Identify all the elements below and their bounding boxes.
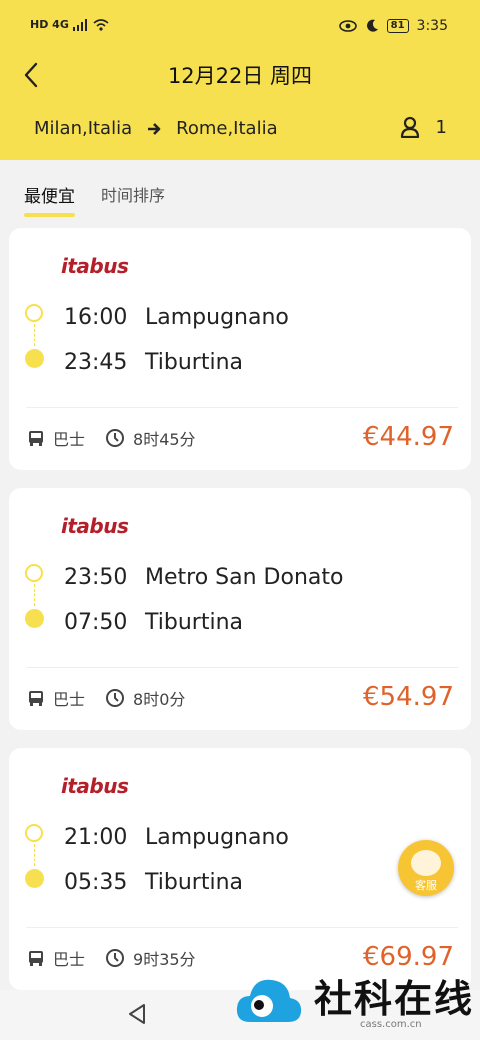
route-line (34, 324, 35, 346)
transport-mode: 巴士 (53, 690, 86, 709)
status-right: 81 3:35 (338, 18, 448, 34)
nav-back-icon[interactable] (126, 1002, 148, 1026)
departure-time: 16:00 (64, 305, 128, 330)
transport-mode: 巴士 (53, 430, 86, 449)
departure-time: 21:00 (64, 825, 128, 850)
bus-icon (29, 431, 43, 446)
trip-duration: 8时45分 (133, 430, 196, 449)
status-left: HD 4G (30, 18, 109, 31)
arrival-time: 23:45 (64, 350, 128, 375)
page-title: 12月22日 周四 (167, 64, 313, 88)
arrow-right-icon (148, 122, 161, 135)
network-label: HD 4G (30, 18, 69, 31)
departure-station: Metro San Donato (145, 565, 344, 590)
trip-card[interactable]: itabus 16:00 Lampugnano 23:45 Tiburtina … (9, 228, 471, 470)
destination-city: Rome,Italia (176, 118, 278, 139)
departure-time: 23:50 (64, 565, 128, 590)
bus-icon (29, 951, 43, 966)
arrival-time: 07:50 (64, 610, 128, 635)
trip-duration: 9时35分 (133, 950, 196, 969)
origin-city: Milan,Italia (34, 118, 133, 139)
watermark-url: cass.com.cn (360, 1019, 422, 1030)
mascot-icon (411, 850, 441, 876)
departure-dot-icon (25, 824, 43, 842)
arrival-station: Tiburtina (145, 610, 243, 635)
clock-icon (106, 429, 125, 447)
bus-icon (29, 691, 43, 706)
sort-tabs: 最便宜 时间排序 (24, 182, 165, 217)
departure-station: Lampugnano (145, 305, 289, 330)
tab-time-sort[interactable]: 时间排序 (101, 182, 165, 217)
operator-logo: itabus (61, 774, 129, 798)
customer-service-label: 客服 (415, 879, 437, 892)
signal-icon (72, 18, 87, 31)
route-line (34, 844, 35, 866)
arrival-station: Tiburtina (145, 350, 243, 375)
passenger-count[interactable]: 1 (400, 116, 447, 138)
divider (26, 927, 458, 928)
arrival-dot-icon (25, 609, 44, 628)
watermark-logo-icon (236, 979, 302, 1022)
moon-icon (366, 19, 378, 32)
divider (26, 667, 458, 668)
operator-logo: itabus (61, 514, 129, 538)
arrival-time: 05:35 (64, 870, 128, 895)
clock: 3:35 (416, 18, 448, 34)
departure-station: Lampugnano (145, 825, 289, 850)
departure-dot-icon (25, 564, 43, 582)
operator-logo: itabus (61, 254, 129, 278)
watermark-text: 社科在线 (314, 977, 475, 1021)
clock-icon (106, 949, 125, 967)
clock-icon (106, 689, 125, 707)
trip-duration: 8时0分 (133, 690, 186, 709)
wifi-icon (93, 18, 109, 31)
status-bar: HD 4G 81 3:35 (0, 0, 480, 50)
arrival-dot-icon (25, 349, 44, 368)
transport-mode: 巴士 (53, 950, 86, 969)
arrival-dot-icon (25, 869, 44, 888)
customer-service-button[interactable]: 客服 (398, 840, 454, 896)
tab-cheapest[interactable]: 最便宜 (24, 182, 75, 217)
trip-meta: 巴士 8时45分 (27, 426, 196, 450)
departure-dot-icon (25, 304, 43, 322)
eye-icon (338, 20, 357, 32)
passenger-number: 1 (435, 116, 447, 138)
divider (26, 407, 458, 408)
person-icon (400, 116, 419, 138)
route-line (34, 584, 35, 606)
arrival-station: Tiburtina (145, 870, 243, 895)
trip-meta: 巴士 9时35分 (27, 946, 196, 970)
trip-meta: 巴士 8时0分 (27, 686, 185, 710)
battery-icon: 81 (386, 19, 409, 33)
trip-price: €54.97 (363, 682, 454, 712)
trip-price: €44.97 (363, 422, 454, 452)
trip-card[interactable]: itabus 23:50 Metro San Donato 07:50 Tibu… (9, 488, 471, 730)
route-summary: Milan,Italia Rome,Italia (34, 118, 278, 139)
